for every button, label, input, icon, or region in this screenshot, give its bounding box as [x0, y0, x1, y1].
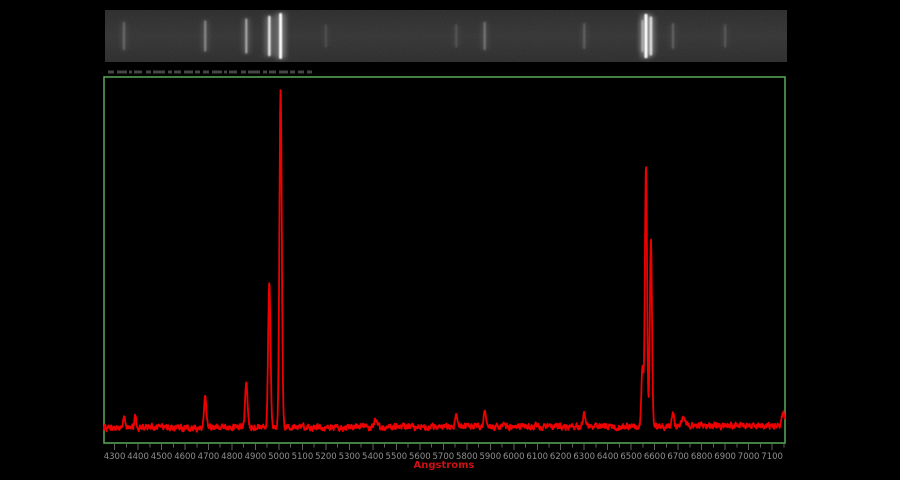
x-axis-tick-label: 6300: [573, 452, 595, 462]
x-axis-tick-label: 5200: [315, 452, 337, 462]
x-axis-tick-label: 4300: [104, 452, 126, 462]
profile-plot[interactable]: 4300440045004600470048004900500051005200…: [104, 77, 785, 471]
spectrum-strip-image[interactable]: [105, 10, 787, 62]
x-axis-tick-label: 5100: [292, 452, 314, 462]
x-axis-tick-label: 6400: [597, 452, 619, 462]
x-axis-tick-label: 5500: [386, 452, 408, 462]
x-axis-tick-label: 7000: [738, 452, 760, 462]
x-axis-tick-label: 6500: [620, 452, 642, 462]
x-axis-tick-label: 6000: [503, 452, 525, 462]
x-axis-tick-label: 5400: [362, 452, 384, 462]
x-axis-tick-label: 6700: [667, 452, 689, 462]
app-window: 4300440045004600470048004900500051005200…: [0, 0, 900, 480]
x-axis-title: Angstroms: [414, 460, 475, 471]
x-axis-tick-label: 4400: [127, 452, 149, 462]
x-axis-tick-label: 4700: [198, 452, 220, 462]
x-axis-tick-label: 6200: [550, 452, 572, 462]
x-axis-tick-label: 6900: [714, 452, 736, 462]
x-axis-tick-label: 6100: [526, 452, 548, 462]
plot-border: [104, 77, 785, 443]
strip-noise-texture: [105, 10, 787, 62]
spectroscopy-canvas: 4300440045004600470048004900500051005200…: [0, 0, 900, 480]
x-axis-tick-label: 4800: [221, 452, 243, 462]
x-axis-tick-label: 4500: [151, 452, 173, 462]
x-axis-tick-label: 5900: [479, 452, 501, 462]
x-axis-tick-label: 4900: [245, 452, 267, 462]
x-axis-tick-label: 4600: [174, 452, 196, 462]
x-axis-tick-label: 5300: [339, 452, 361, 462]
x-axis-tick-label: 6800: [691, 452, 713, 462]
x-axis-tick-label: 7100: [761, 452, 783, 462]
x-axis-tick-label: 5000: [268, 452, 290, 462]
x-axis-tick-label: 6600: [644, 452, 666, 462]
